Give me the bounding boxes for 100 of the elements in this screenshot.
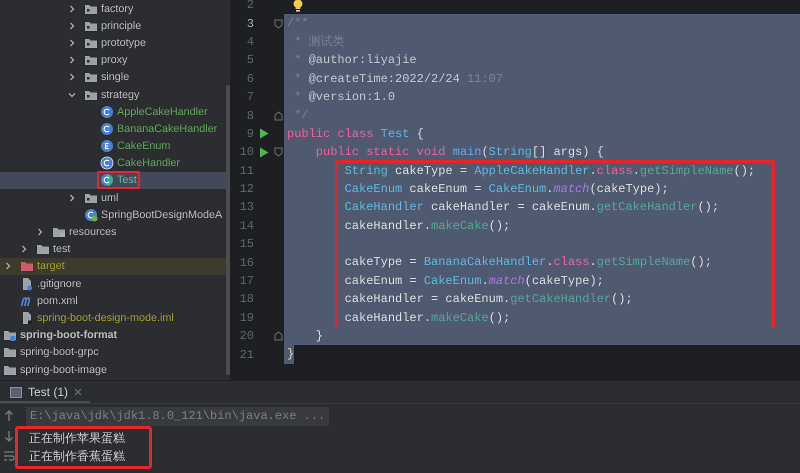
tree-item[interactable]: .gitignore (0, 275, 230, 292)
arrow-up-icon[interactable] (4, 410, 14, 422)
fold-icon[interactable] (274, 18, 282, 29)
close-icon[interactable] (74, 388, 82, 396)
chevron-icon[interactable] (3, 261, 13, 272)
run-icon[interactable] (259, 146, 269, 158)
code-line: CakeEnum cakeEnum = CakeEnum.match(cakeType); (344, 180, 669, 198)
tree-item-label: strategy (101, 88, 140, 101)
folder-icon (3, 345, 17, 360)
line-number: 7 (246, 90, 255, 104)
code-line: cakeHandler.makeCake(); (344, 218, 510, 235)
tree-item-label: Test (117, 174, 137, 186)
tree-item[interactable]: strategy (0, 86, 230, 104)
tree-item[interactable]: pom.xml (0, 292, 230, 310)
line-number: 9 (246, 126, 255, 141)
chevron-icon[interactable] (67, 38, 77, 48)
line-number: 2 (246, 0, 255, 12)
run-icon[interactable] (259, 128, 269, 140)
line-number: 4 (246, 34, 255, 49)
tree-item[interactable]: spring-boot-design-mode.iml (0, 309, 230, 327)
folder-icon (36, 242, 50, 256)
console-output: 正在制作苹果蛋糕 (28, 430, 126, 446)
lightbulb-icon[interactable] (293, 0, 303, 12)
code-line: CakeHandler cakeHandler = cakeEnum.getCakeHandler(); (344, 199, 720, 216)
fold-icon[interactable] (274, 331, 282, 342)
tree-item[interactable]: factory (0, 0, 230, 18)
code-line: public static void main(String[] args) { (314, 144, 604, 162)
tree-item-label: .gitignore (37, 278, 82, 290)
tree-item[interactable]: spring-boot-image (0, 360, 230, 378)
code-line: cakeType = BananaCakeHandler.class.getSimpleName(); (344, 254, 712, 272)
tree-item-label: SpringBootDesignModeA (101, 208, 222, 221)
chevron-icon[interactable] (67, 4, 77, 14)
line-number: 5 (246, 53, 255, 68)
line-number: 19 (238, 310, 255, 325)
console-icon (10, 386, 22, 398)
tree-item[interactable]: test (0, 240, 230, 258)
code-line: } (314, 328, 324, 346)
tree-item-label: principle (101, 20, 142, 32)
chevron-icon[interactable] (67, 192, 77, 203)
tree-item[interactable]: prototype (0, 34, 230, 52)
tree-item[interactable]: SpringBootDesignModeA (0, 206, 230, 224)
line-number: 11 (238, 164, 255, 178)
tree-item-label: BananaCakeHandler (117, 122, 218, 135)
code-line: * @author:liyajie (293, 52, 417, 70)
line-number: 14 (238, 218, 255, 233)
tree-item-label: target (37, 260, 65, 272)
tree-item[interactable]: BananaCakeHandler (0, 120, 230, 138)
tree-item[interactable]: single (0, 68, 230, 86)
arrow-down-icon[interactable] (4, 430, 14, 442)
chevron-icon[interactable] (19, 244, 29, 254)
fold-icon[interactable] (274, 147, 282, 158)
chevron-icon[interactable] (67, 72, 77, 82)
tree-item-label: uml (101, 192, 118, 204)
line-number: 10 (238, 145, 255, 160)
tree-item[interactable]: spring-boot-grpc (0, 344, 230, 361)
tree-item[interactable]: proxy (0, 52, 230, 69)
chevron-icon[interactable] (67, 55, 77, 66)
chevron-icon[interactable] (35, 227, 45, 238)
code-line: * @version:1.0 (293, 88, 396, 106)
code-line: public class Test { (286, 126, 424, 143)
tree-item-label: AppleCakeHandler (117, 106, 208, 118)
tree-item[interactable]: CakeEnum (0, 138, 230, 155)
code-line: cakeHandler.makeCake(); (344, 310, 510, 327)
tree-item-label: prototype (101, 36, 146, 49)
tree-item-label: proxy (101, 54, 128, 66)
enum-icon (100, 139, 114, 154)
scrollbar-thumb[interactable] (226, 85, 230, 375)
tree-item-label: spring-boot-format (20, 329, 118, 342)
line-number: 3 (246, 16, 255, 31)
module-folder-icon (3, 328, 17, 342)
line-number: 20 (238, 329, 255, 344)
tree-item-label: spring-boot-grpc (20, 346, 99, 358)
test-class-icon (100, 173, 114, 188)
folder-icon (84, 53, 98, 68)
line-number: 18 (238, 292, 255, 306)
line-number: 6 (246, 72, 255, 86)
resources-folder-icon (52, 225, 66, 240)
line-number: 17 (238, 274, 255, 288)
tree-item[interactable]: CakeHandler (0, 154, 230, 172)
code-line: cakeEnum = CakeEnum.match(cakeType); (344, 272, 604, 290)
tree-item-label: pom.xml (37, 294, 78, 307)
folder-icon (20, 259, 34, 274)
tree-item[interactable]: uml (0, 189, 230, 206)
tree-item-label: CakeEnum (117, 140, 170, 152)
tree-item-label: spring-boot-design-mode.iml (37, 312, 174, 324)
tree-item-label: test (53, 243, 70, 256)
line-number: 16 (238, 256, 255, 270)
tree-item[interactable]: resources (0, 223, 230, 241)
line-number: 8 (246, 108, 255, 123)
tree-item-label: CakeHandler (117, 157, 180, 170)
tree-item[interactable]: principle (0, 17, 230, 34)
tree-item[interactable]: spring-boot-format (0, 326, 230, 344)
tree-item[interactable]: AppleCakeHandler (0, 103, 230, 120)
class-icon (100, 122, 114, 136)
file-icon (20, 310, 34, 325)
chevron-icon[interactable] (67, 20, 77, 31)
soft-wrap-icon[interactable] (3, 450, 15, 462)
line-number: 21 (238, 348, 255, 362)
run-tab[interactable]: Test (1) (0, 381, 90, 403)
fold-icon[interactable] (274, 110, 282, 121)
